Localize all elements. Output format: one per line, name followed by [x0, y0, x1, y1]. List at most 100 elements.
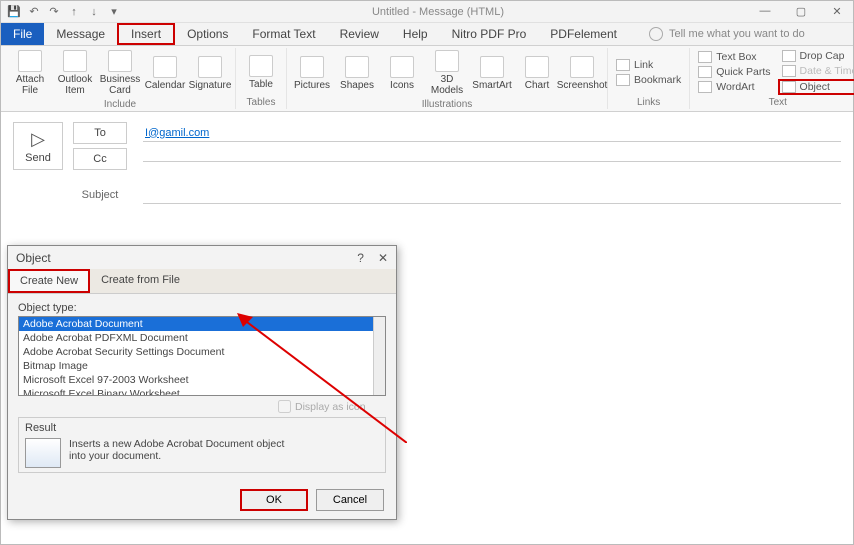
list-item[interactable]: Adobe Acrobat PDFXML Document — [19, 331, 385, 345]
tab-options[interactable]: Options — [175, 23, 240, 45]
envelope-icon — [63, 50, 87, 72]
object-type-label: Object type: — [18, 302, 386, 314]
tab-create-from-file[interactable]: Create from File — [90, 269, 191, 293]
close-button[interactable]: ✕ — [825, 5, 849, 18]
dialog-title: Object — [16, 251, 51, 265]
icons-icon — [390, 56, 414, 78]
list-item[interactable]: Adobe Acrobat Security Settings Document — [19, 345, 385, 359]
bulb-icon — [649, 27, 663, 41]
shapes-button[interactable]: Shapes — [336, 48, 378, 98]
cc-button[interactable]: Cc — [73, 148, 127, 170]
tab-format-text[interactable]: Format Text — [240, 23, 327, 45]
send-label: Send — [25, 152, 51, 164]
result-icon — [25, 438, 61, 468]
cancel-button[interactable]: Cancel — [316, 489, 384, 511]
group-text-label: Text — [769, 96, 787, 109]
send-arrow-icon: ▷ — [31, 129, 45, 150]
redo-icon[interactable]: ↷ — [45, 3, 63, 21]
up-icon[interactable]: ↑ — [65, 3, 83, 21]
group-illustrations-label: Illustrations — [422, 98, 473, 111]
textbox-icon — [698, 51, 712, 63]
link-button[interactable]: Link — [612, 58, 685, 72]
tab-help[interactable]: Help — [391, 23, 440, 45]
wordart-button[interactable]: WordArt — [694, 80, 774, 94]
tab-review[interactable]: Review — [328, 23, 391, 45]
calendar-button[interactable]: Calendar — [144, 48, 186, 98]
qat-dropdown-icon[interactable]: ▾ — [105, 3, 123, 21]
window-title: Untitled - Message (HTML) — [123, 6, 753, 18]
chart-icon — [525, 56, 549, 78]
group-tables-label: Tables — [247, 96, 276, 109]
cc-field[interactable] — [143, 157, 841, 162]
tab-insert[interactable]: Insert — [117, 23, 175, 45]
card-icon — [108, 50, 132, 72]
business-card-button[interactable]: Business Card — [99, 48, 141, 98]
table-button[interactable]: Table — [240, 48, 282, 96]
display-as-icon-checkbox[interactable] — [278, 400, 291, 413]
to-button[interactable]: To — [73, 122, 127, 144]
link-icon — [616, 59, 630, 71]
listbox-scrollbar[interactable] — [373, 317, 385, 395]
maximize-button[interactable]: ▢ — [789, 5, 813, 18]
send-button[interactable]: ▷ Send — [13, 122, 63, 170]
table-icon — [249, 55, 273, 77]
tab-message[interactable]: Message — [44, 23, 117, 45]
quickparts-button[interactable]: Quick Parts — [694, 65, 774, 79]
3d-models-button[interactable]: 3D Models — [426, 48, 468, 98]
wordart-icon — [698, 81, 712, 93]
bookmark-icon — [616, 74, 630, 86]
tab-pdfelement[interactable]: PDFelement — [538, 23, 629, 45]
list-item[interactable]: Microsoft Excel 97-2003 Worksheet — [19, 373, 385, 387]
quickparts-icon — [698, 66, 712, 78]
icons-button[interactable]: Icons — [381, 48, 423, 98]
down-icon[interactable]: ↓ — [85, 3, 103, 21]
attach-file-button[interactable]: Attach File — [9, 48, 51, 98]
undo-icon[interactable]: ↶ — [25, 3, 43, 21]
clock-icon — [782, 65, 796, 77]
textbox-button[interactable]: Text Box — [694, 50, 774, 64]
list-item[interactable]: Adobe Acrobat Document — [19, 317, 385, 331]
paperclip-icon — [18, 50, 42, 72]
subject-label: Subject — [73, 189, 127, 201]
object-icon — [782, 81, 796, 93]
shapes-icon — [345, 56, 369, 78]
display-as-icon-label: Display as icon — [295, 401, 366, 413]
signature-button[interactable]: Signature — [189, 48, 231, 98]
object-type-list[interactable]: Adobe Acrobat Document Adobe Acrobat PDF… — [18, 316, 386, 396]
calendar-icon — [153, 56, 177, 78]
outlook-item-button[interactable]: Outlook Item — [54, 48, 96, 98]
dropcap-button[interactable]: Drop Cap — [778, 49, 854, 63]
save-icon[interactable]: 💾 — [5, 3, 23, 21]
tell-me-search[interactable]: Tell me what you want to do — [629, 23, 805, 45]
result-text: Inserts a new Adobe Acrobat Document obj… — [69, 438, 289, 468]
dropcap-icon — [782, 50, 796, 62]
to-field[interactable]: I@gamil.com — [143, 125, 841, 142]
result-label: Result — [25, 422, 379, 434]
minimize-button[interactable]: — — [753, 5, 777, 18]
object-button[interactable]: Object — [778, 79, 854, 95]
camera-icon — [570, 56, 594, 78]
tab-create-new[interactable]: Create New — [8, 269, 90, 293]
object-dialog: Object ? ✕ Create New Create from File O… — [7, 245, 397, 520]
list-item[interactable]: Microsoft Excel Binary Worksheet — [19, 387, 385, 396]
chart-button[interactable]: Chart — [516, 48, 558, 98]
ok-button[interactable]: OK — [240, 489, 308, 511]
dialog-close-button[interactable]: ✕ — [378, 251, 388, 265]
pen-icon — [198, 56, 222, 78]
smartart-icon — [480, 56, 504, 78]
subject-field[interactable] — [143, 186, 841, 204]
datetime-button[interactable]: Date & Time — [778, 64, 854, 78]
group-include-label: Include — [104, 98, 136, 111]
pictures-button[interactable]: Pictures — [291, 48, 333, 98]
list-item[interactable]: Bitmap Image — [19, 359, 385, 373]
picture-icon — [300, 56, 324, 78]
tab-nitro[interactable]: Nitro PDF Pro — [440, 23, 539, 45]
cube-icon — [435, 50, 459, 72]
tab-file[interactable]: File — [1, 23, 44, 45]
dialog-help-button[interactable]: ? — [357, 251, 364, 265]
screenshot-button[interactable]: Screenshot — [561, 48, 603, 98]
bookmark-button[interactable]: Bookmark — [612, 73, 685, 87]
smartart-button[interactable]: SmartArt — [471, 48, 513, 98]
group-links-label: Links — [637, 96, 660, 109]
tell-me-placeholder: Tell me what you want to do — [669, 28, 805, 40]
